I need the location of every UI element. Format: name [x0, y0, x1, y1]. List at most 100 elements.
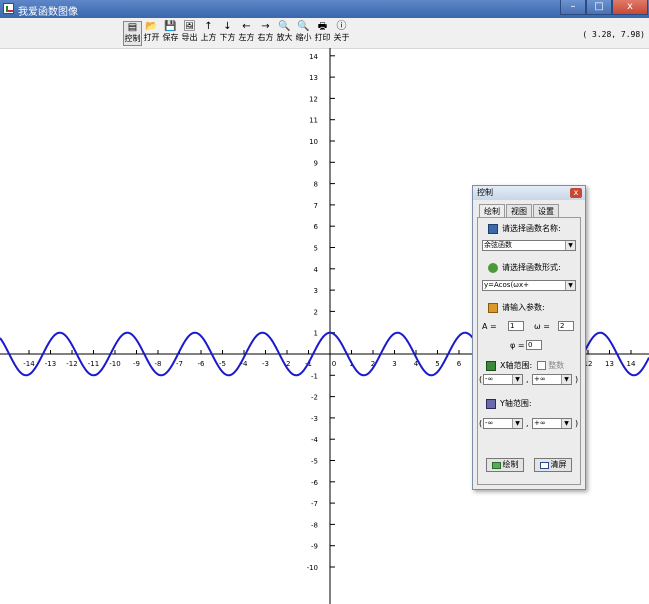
x-tick-label: 0: [332, 360, 336, 368]
chevron-down-icon[interactable]: ▼: [565, 241, 575, 250]
toolbar-button-8[interactable]: 🔍 放大: [275, 21, 294, 46]
y-tick-label: 14: [309, 53, 318, 61]
phi-label: φ =: [510, 341, 525, 350]
draw-icon: [491, 461, 501, 469]
function-name-select[interactable]: 余弦函数 ▼: [482, 240, 576, 251]
title-bar: 我爱函数图像 – □ x: [0, 0, 649, 18]
params-label: 请输入参数:: [502, 303, 545, 312]
y-tick-label: 7: [314, 202, 318, 210]
arrow-up-icon: ↑: [204, 21, 213, 32]
phi-input[interactable]: 0: [526, 340, 542, 350]
maximize-button[interactable]: □: [586, 0, 612, 15]
chevron-down-icon[interactable]: ▼: [512, 375, 522, 384]
function-form-select[interactable]: y=Acos(ωx+ ▼: [482, 280, 576, 291]
y-tick-label: 5: [314, 245, 318, 253]
tab-settings[interactable]: 设置: [533, 204, 559, 218]
y-axis-icon: [486, 398, 496, 409]
document-icon: [488, 223, 498, 234]
y-close-paren: ): [575, 419, 579, 428]
x-comma: ,: [526, 375, 529, 384]
x-max-select[interactable]: +∞ ▼: [532, 374, 572, 385]
coordinate-readout: ( 3.28, 7.98): [582, 30, 645, 39]
toolbar-button-10[interactable]: 🖶 打印: [313, 21, 332, 46]
toolbar-button-4[interactable]: ↑ 上方: [199, 21, 218, 46]
minimize-button[interactable]: –: [560, 0, 586, 15]
close-button[interactable]: x: [612, 0, 648, 15]
toolbar-button-label: 左方: [238, 33, 255, 42]
y-tick-label: 11: [309, 117, 318, 125]
x-tick-label: -6: [198, 360, 206, 368]
toolbar-button-label: 右方: [257, 33, 274, 42]
toolbar-button-11[interactable]: ⓘ 关于: [332, 21, 351, 46]
x-max-value: +∞: [534, 375, 546, 383]
chevron-down-icon[interactable]: ▼: [561, 419, 571, 428]
panel-tabs: 绘制 视图 设置: [479, 204, 560, 218]
y-min-select[interactable]: -∞ ▼: [483, 418, 523, 429]
y-comma: ,: [526, 419, 529, 428]
control-panel-close-button[interactable]: x: [570, 188, 582, 198]
toolbar-button-1[interactable]: 📂 打开: [142, 21, 161, 46]
toolbar-button-2[interactable]: 💾 保存: [161, 21, 180, 46]
y-tick-label: 9: [314, 159, 318, 167]
omega-input[interactable]: 2: [558, 321, 574, 331]
params-row: 请输入参数:: [488, 302, 545, 313]
func-name-row: 请选择函数名称:: [488, 223, 561, 234]
toolbar-button-6[interactable]: ← 左方: [237, 21, 256, 46]
form-icon: [488, 262, 498, 273]
zoom-out-icon: 🔍: [297, 21, 310, 32]
toolbar-button-label: 放大: [276, 33, 293, 42]
toolbar-button-7[interactable]: → 右方: [256, 21, 275, 46]
x-open-paren: (: [479, 375, 483, 384]
x-range-label: X轴范围:: [500, 361, 533, 370]
a-input[interactable]: 1: [508, 321, 524, 331]
x-range-row: X轴范围: 整数: [486, 360, 564, 371]
control-panel-titlebar[interactable]: 控制 x: [473, 186, 585, 200]
y-tick-label: 1: [314, 330, 318, 338]
y-tick-label: -10: [307, 564, 318, 572]
integer-label: 整数: [548, 361, 565, 370]
y-tick-label: 2: [314, 308, 318, 316]
function-form-value: y=Acos(ωx+: [484, 281, 530, 289]
y-range-label: Y轴范围:: [500, 399, 532, 408]
toolbar-button-0[interactable]: ▤ 控制: [123, 21, 142, 46]
func-form-label: 请选择函数形式:: [502, 263, 561, 272]
window-title: 我爱函数图像: [18, 7, 78, 18]
draw-button[interactable]: 绘制: [486, 458, 524, 472]
folder-open-icon: 📂: [145, 21, 158, 32]
x-tick-label: -11: [88, 360, 99, 368]
tab-view[interactable]: 视图: [506, 204, 532, 218]
x-tick-label: -7: [176, 360, 183, 368]
y-max-select[interactable]: +∞ ▼: [532, 418, 572, 429]
clear-button-label: 清屏: [550, 460, 567, 469]
x-min-select[interactable]: -∞ ▼: [483, 374, 523, 385]
app-icon: [3, 3, 14, 14]
clear-icon: [539, 461, 549, 469]
clear-button[interactable]: 清屏: [534, 458, 572, 472]
chevron-down-icon[interactable]: ▼: [565, 281, 575, 290]
control-panel: 控制 x 绘制 视图 设置 请选择函数名称: 余弦函数 ▼ 请选择函数形式: y…: [472, 185, 586, 490]
y-tick-label: 4: [314, 266, 319, 274]
chevron-down-icon[interactable]: ▼: [561, 375, 571, 384]
y-tick-label: -8: [311, 521, 318, 529]
toolbar-button-5[interactable]: ↓ 下方: [218, 21, 237, 46]
toolbar: ▤ 控制 📂 打开 💾 保存 🖼 导出 ↑ 上方 ↓ 下方 ← 左方 → 右方 🔍 放大 🔍 缩小 🖶 打印 ⓘ 关于 ( 3…: [0, 18, 649, 49]
toolbar-button-label: 上方: [200, 33, 217, 42]
y-tick-label: 6: [314, 223, 319, 231]
toolbar-button-3[interactable]: 🖼 导出: [180, 21, 199, 46]
toolbar-button-label: 保存: [162, 33, 179, 42]
printer-icon: 🖶: [317, 21, 328, 32]
y-tick-label: 10: [309, 138, 318, 146]
chevron-down-icon[interactable]: ▼: [512, 419, 522, 428]
toolbar-button-9[interactable]: 🔍 缩小: [294, 21, 313, 46]
x-tick-label: 13: [605, 360, 614, 368]
integer-checkbox[interactable]: [537, 361, 547, 370]
x-tick-label: -5: [219, 360, 226, 368]
info-icon: ⓘ: [336, 21, 347, 32]
export-image-icon: 🖼: [183, 21, 196, 32]
y-open-paren: (: [479, 419, 483, 428]
tab-draw[interactable]: 绘制: [479, 204, 505, 218]
y-tick-label: -5: [311, 458, 318, 466]
y-tick-label: -4: [311, 436, 319, 444]
a-label: A =: [482, 322, 497, 331]
x-axis-icon: [486, 360, 496, 371]
